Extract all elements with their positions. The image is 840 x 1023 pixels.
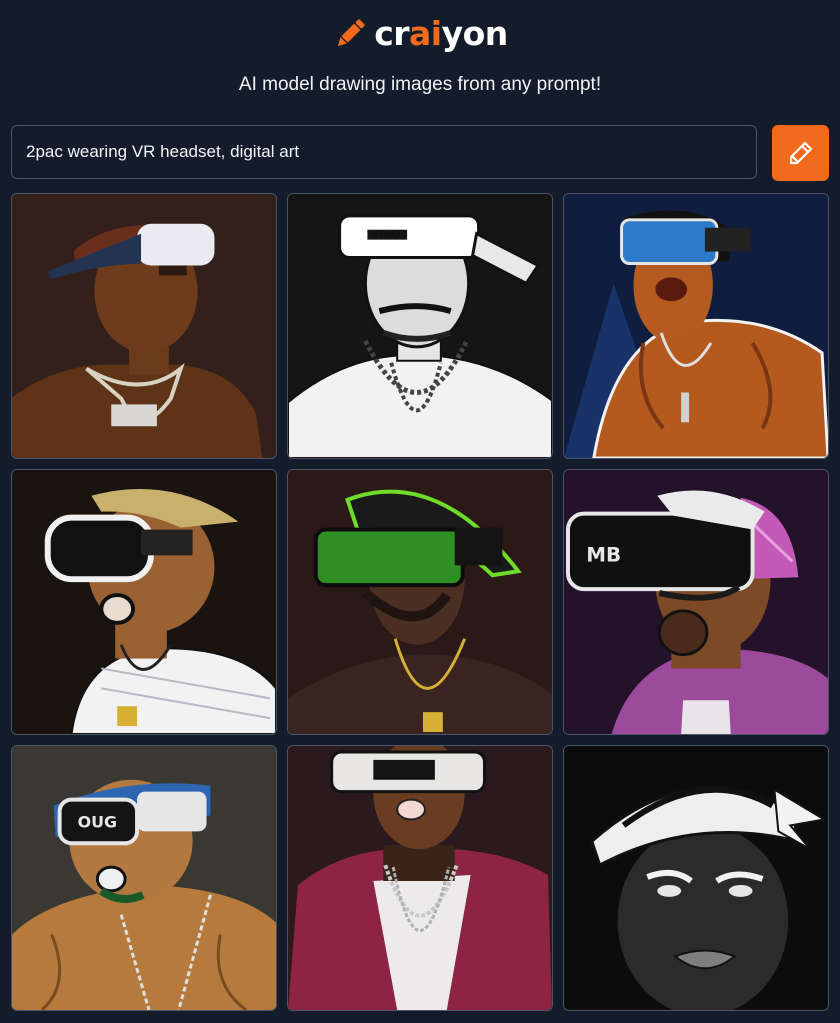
generated-image — [288, 470, 552, 734]
result-image-4[interactable] — [11, 469, 277, 735]
craiyon-page: craiyon AI model drawing images from any… — [0, 0, 840, 1023]
logo-text-accent: ai — [409, 14, 442, 53]
result-image-3[interactable] — [563, 193, 829, 459]
tagline: AI model drawing images from any prompt! — [238, 74, 602, 95]
result-image-5[interactable] — [287, 469, 553, 735]
generated-image: MB — [564, 470, 828, 734]
headset-lettering: OUG — [78, 812, 117, 831]
pencil-icon — [789, 141, 812, 165]
logo-text-suffix: yon — [441, 14, 509, 53]
result-image-7[interactable]: OUG — [11, 745, 277, 1011]
result-image-6[interactable]: MB — [563, 469, 829, 735]
result-image-9[interactable] — [563, 745, 829, 1011]
prompt-input[interactable] — [11, 125, 757, 179]
generated-image: OUG — [12, 746, 276, 1010]
result-image-1[interactable] — [11, 193, 277, 459]
draw-button[interactable] — [772, 125, 829, 181]
generated-image — [12, 194, 276, 458]
results-grid: VIVO MB OUG — [11, 193, 829, 1011]
logo-wordmark: craiyon — [374, 14, 508, 54]
headset-lettering: MB — [586, 543, 621, 566]
generated-image — [288, 746, 552, 1010]
generated-image — [564, 746, 828, 1010]
generated-image: VIVO — [288, 194, 552, 458]
pencil-icon — [338, 19, 365, 47]
result-image-2[interactable]: VIVO — [287, 193, 553, 459]
craiyon-logo[interactable]: craiyon — [0, 14, 840, 54]
result-image-8[interactable] — [287, 745, 553, 1011]
logo-text-prefix: cr — [374, 14, 410, 53]
headset-lettering: VIVO — [370, 229, 400, 242]
generated-image — [564, 194, 828, 458]
generated-image — [12, 470, 276, 734]
